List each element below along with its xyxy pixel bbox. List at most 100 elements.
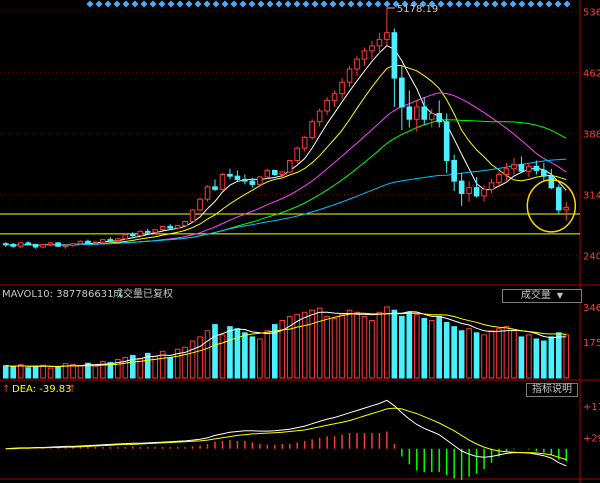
volume-bar — [384, 306, 390, 379]
volume-bar — [541, 340, 547, 379]
candle-body — [47, 242, 54, 246]
marker-diamond — [239, 0, 247, 8]
candle-body — [391, 32, 398, 79]
marker-diamond — [257, 0, 265, 8]
candle-body — [115, 238, 121, 241]
volume-bar — [354, 311, 360, 379]
volume-bar — [204, 330, 211, 379]
volume-bar — [496, 328, 502, 379]
marker-diamond — [320, 0, 328, 8]
marker-diamond — [95, 0, 103, 8]
marker-diamond — [113, 0, 121, 8]
marker-diamond — [194, 0, 202, 8]
marker-diamond — [509, 0, 517, 8]
candle-body — [204, 186, 211, 200]
volume-bar — [391, 309, 398, 379]
marker-diamond — [302, 0, 310, 8]
volume-bar — [70, 363, 76, 379]
price-tick-label: 388 — [583, 129, 600, 140]
indicator-help-button[interactable]: 指标说明 — [526, 383, 578, 397]
candle-body — [346, 68, 353, 83]
candle-body — [234, 175, 241, 180]
volume-bar — [361, 315, 368, 379]
candle-body — [481, 188, 487, 197]
marker-diamond — [221, 0, 229, 8]
volume-bar — [511, 330, 517, 379]
volume-bar — [189, 340, 196, 379]
volume-bar — [249, 336, 256, 379]
candle-body — [511, 164, 517, 170]
volume-bar — [339, 313, 345, 379]
peak-label: 5178.19 — [397, 4, 438, 15]
volume-bar — [167, 357, 173, 379]
candle-body — [159, 225, 166, 231]
candle-body — [458, 180, 465, 194]
candle-body — [316, 110, 323, 123]
volume-bar — [197, 336, 203, 379]
marker-diamond — [446, 0, 454, 8]
price-axis: 536 462 388 314 240 — [583, 7, 600, 262]
candle-body — [533, 165, 540, 171]
candle-body — [518, 164, 525, 172]
candle-body — [219, 173, 226, 190]
marker-diamond — [122, 0, 130, 8]
candle-body — [339, 81, 345, 95]
marker-diamond — [500, 0, 508, 8]
up-arrow-icon: ↑ — [2, 384, 11, 395]
volume-bar — [406, 311, 413, 379]
volume-bar — [331, 317, 338, 379]
volume-panel[interactable]: 346 175 — [2, 303, 600, 379]
macd-panel[interactable]: +110 +29 — [5, 399, 600, 480]
marker-diamond — [482, 0, 490, 8]
candle-body — [361, 50, 368, 60]
macd-tick-label: +29 — [583, 433, 600, 444]
volume-bar — [212, 324, 218, 379]
marker-diamond — [284, 0, 292, 8]
volume-bar — [518, 336, 525, 379]
volume-adjusted-note: 成交量已复权 — [113, 289, 173, 300]
volume-bar — [77, 365, 84, 379]
candle-body — [167, 225, 173, 229]
volume-bar — [466, 328, 472, 379]
candle-body — [264, 169, 271, 178]
candle-body — [443, 121, 450, 161]
candle-body — [496, 173, 502, 184]
dea-line — [5, 407, 567, 461]
candle-body — [152, 229, 159, 233]
volume-bar — [563, 334, 570, 379]
volume-bar — [488, 330, 495, 379]
marker-diamond — [176, 0, 184, 8]
volume-bar — [242, 332, 248, 379]
price-panel[interactable]: 5178.19 — [0, 4, 580, 249]
marker-diamond — [131, 0, 139, 8]
marker-diamond — [383, 0, 391, 8]
volume-bar — [533, 338, 540, 379]
marker-diamond — [167, 0, 175, 8]
volume-indicator-select[interactable]: 成交量 ▼ — [502, 289, 582, 303]
candle-body — [227, 173, 233, 177]
candle-body — [77, 240, 84, 245]
volume-bar — [234, 328, 241, 379]
candle-body — [189, 209, 196, 222]
dea-label: DEA: -39.83 — [12, 384, 72, 395]
volume-bar — [301, 311, 308, 379]
candle-body — [40, 244, 46, 248]
candle-body — [242, 178, 248, 182]
marker-diamond — [491, 0, 499, 8]
marker-diamond — [563, 0, 571, 8]
volume-bar — [443, 322, 450, 379]
price-tick-label: 240 — [583, 251, 600, 262]
candle-body — [526, 165, 532, 172]
ma60-line — [5, 158, 567, 246]
candle-body — [85, 240, 91, 244]
marker-diamond — [365, 0, 373, 8]
candle-body — [17, 242, 24, 247]
marker-diamond — [311, 0, 319, 8]
marker-diamond — [203, 0, 211, 8]
candle-body — [197, 198, 203, 211]
candle-body — [122, 234, 129, 240]
macd-header: ↑ DEA: -39.83 ↑ — [0, 383, 600, 397]
volume-bar — [346, 309, 353, 379]
stock-chart: 5178.19 346 175 +110 +29 536 462 388 314 240 — [0, 0, 600, 483]
candle-body — [384, 32, 390, 40]
